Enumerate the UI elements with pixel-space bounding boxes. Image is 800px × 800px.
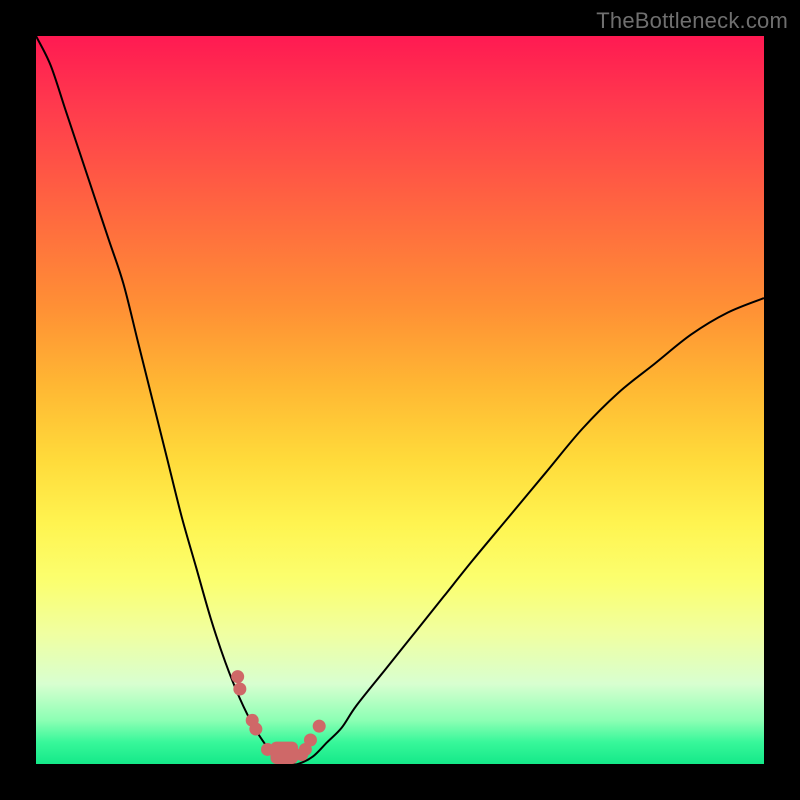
curve-marker xyxy=(249,723,262,736)
curve-marker xyxy=(313,720,326,733)
curve-marker xyxy=(233,683,246,696)
chart-frame: TheBottleneck.com xyxy=(0,0,800,800)
curve-marker xyxy=(304,733,317,746)
curve-layer xyxy=(36,36,764,764)
watermark-text: TheBottleneck.com xyxy=(596,8,788,34)
bottleneck-curve xyxy=(36,36,764,765)
plot-area xyxy=(36,36,764,764)
trough-bar xyxy=(270,742,298,764)
curve-marker xyxy=(231,670,244,683)
